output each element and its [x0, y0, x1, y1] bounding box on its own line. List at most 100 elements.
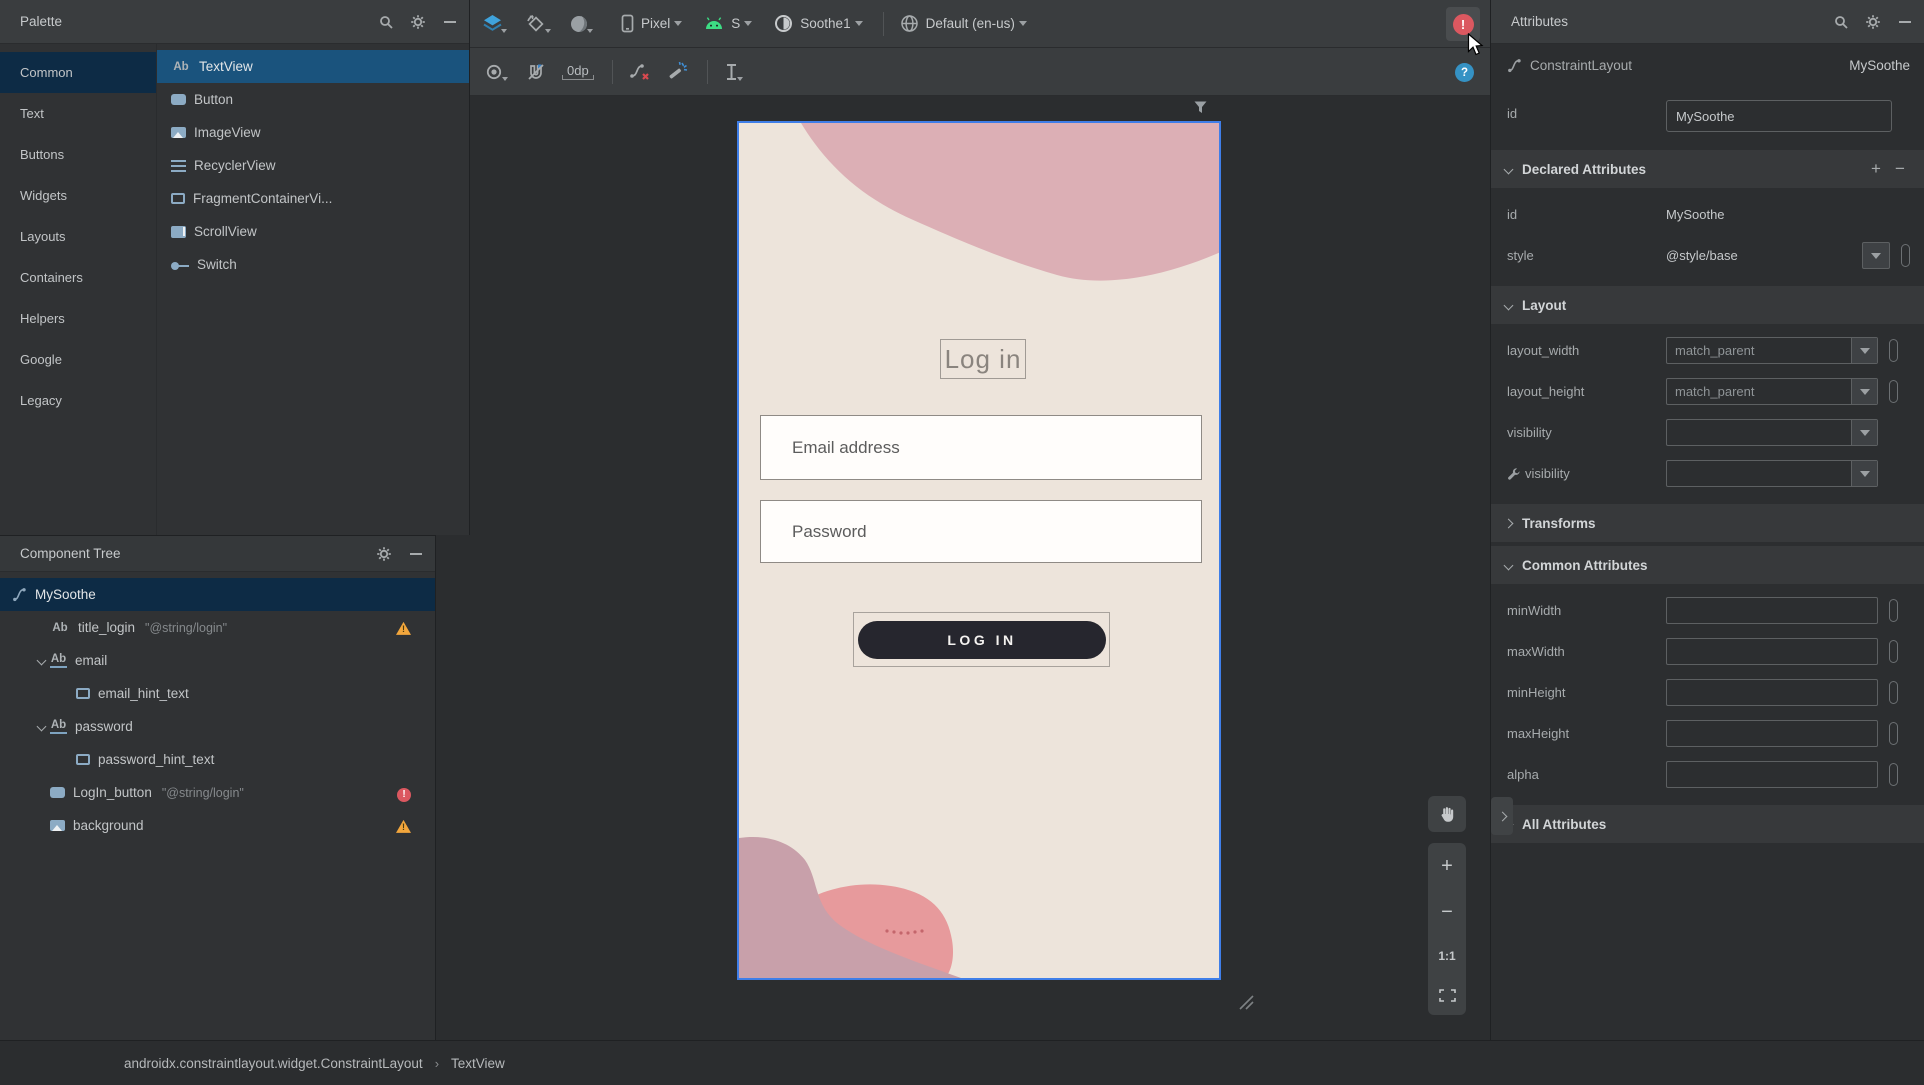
attr-input[interactable] [1666, 679, 1878, 706]
palette-item-imageview[interactable]: ImageView [157, 116, 469, 149]
search-icon[interactable] [1828, 9, 1854, 35]
attr-combobox[interactable]: match_parent [1666, 337, 1878, 364]
sidebar-category-buttons[interactable]: Buttons [0, 134, 156, 175]
attr-input[interactable] [1666, 720, 1878, 747]
selected-component-row[interactable]: ConstraintLayout MySoothe [1491, 44, 1924, 86]
help-button[interactable]: ? [1455, 63, 1474, 82]
tools-attribute-toggle[interactable] [1889, 681, 1898, 704]
sidebar-category-layouts[interactable]: Layouts [0, 216, 156, 257]
category-label: Buttons [20, 147, 65, 162]
pan-tool-button[interactable] [1428, 796, 1466, 832]
canvas-resize-handle[interactable] [1237, 993, 1254, 1010]
attr-combobox[interactable] [1666, 419, 1878, 446]
palette-item-fragmentcontainervi[interactable]: FragmentContainerVi... [157, 182, 469, 215]
sidebar-category-common[interactable]: Common [0, 52, 156, 93]
tree-item-password[interactable]: Ab password [0, 710, 435, 743]
tree-item-login-button[interactable]: LogIn_button "@string/login"! [0, 776, 435, 809]
sidebar-category-google[interactable]: Google [0, 339, 156, 380]
sidebar-category-helpers[interactable]: Helpers [0, 298, 156, 339]
add-attribute-button[interactable]: + [1864, 159, 1888, 179]
sidebar-category-text[interactable]: Text [0, 93, 156, 134]
zoom-fit-button[interactable] [1438, 989, 1456, 1002]
locale-selector[interactable]: Default (en-us) [900, 14, 1027, 33]
dropdown-button[interactable] [1851, 379, 1877, 404]
tree-item-password-hint-text[interactable]: password_hint_text [0, 743, 435, 776]
tools-attribute-toggle[interactable] [1889, 722, 1898, 745]
zoom-controls: + − 1:1 [1428, 843, 1466, 1015]
zoom-1to1-button[interactable]: 1:1 [1438, 949, 1455, 963]
gear-icon[interactable] [371, 541, 397, 567]
tools-attribute-toggle[interactable] [1889, 339, 1898, 362]
chevron-down-icon[interactable] [36, 721, 46, 732]
email-field[interactable]: Email address [760, 415, 1202, 480]
tools-attribute-toggle[interactable] [1889, 380, 1898, 403]
design-canvas[interactable]: Log in Email address Password LOG IN + −… [435, 96, 1490, 1040]
section-header-transforms[interactable]: Transforms [1491, 504, 1924, 542]
device-selector[interactable]: Pixel [621, 14, 683, 33]
hide-panel-icon[interactable] [403, 541, 429, 567]
tree-item-background[interactable]: background! [0, 809, 435, 842]
section-header-all-attributes[interactable]: All Attributes [1491, 805, 1924, 843]
night-mode-selector[interactable] [569, 14, 595, 34]
tree-item-email-hint-text[interactable]: email_hint_text [0, 677, 435, 710]
dropdown-button[interactable] [1851, 461, 1877, 486]
constraint-icon [12, 587, 27, 602]
design-surface-selector[interactable] [482, 14, 509, 33]
palette-item-label: ImageView [194, 125, 261, 140]
sidebar-category-legacy[interactable]: Legacy [0, 380, 156, 421]
attr-combobox[interactable] [1666, 460, 1878, 487]
hide-panel-icon[interactable] [1892, 9, 1918, 35]
autoconnect-toggle[interactable] [526, 62, 546, 82]
attr-combobox[interactable]: match_parent [1666, 378, 1878, 405]
dropdown-button[interactable] [1851, 338, 1877, 363]
dropdown-button[interactable] [1862, 242, 1890, 269]
attr-input[interactable] [1666, 638, 1878, 665]
search-icon[interactable] [373, 9, 399, 35]
section-header-layout[interactable]: Layout [1491, 286, 1924, 324]
sidebar-category-widgets[interactable]: Widgets [0, 175, 156, 216]
palette-item-button[interactable]: Button [157, 83, 469, 116]
login-button[interactable]: LOG IN [858, 621, 1106, 659]
infer-constraints-button[interactable] [667, 61, 689, 82]
section-header-declared-attributes[interactable]: Declared Attributes + − [1491, 150, 1924, 188]
palette-item-recyclerview[interactable]: RecyclerView [157, 149, 469, 182]
tools-attribute-toggle[interactable] [1901, 244, 1910, 267]
tree-item-email[interactable]: Ab email [0, 644, 435, 677]
attr-input[interactable] [1666, 597, 1878, 624]
palette-item-switch[interactable]: Switch [157, 248, 469, 281]
tree-item-mysoothe[interactable]: MySoothe [0, 578, 435, 611]
zoom-out-button[interactable]: − [1441, 902, 1453, 922]
palette-item-scrollview[interactable]: ScrollView [157, 215, 469, 248]
breadcrumb-constraintlayout[interactable]: androidx.constraintlayout.widget.Constra… [124, 1056, 423, 1071]
sidebar-category-containers[interactable]: Containers [0, 257, 156, 298]
chevron-down-icon[interactable] [36, 655, 46, 666]
tree-item-title-login[interactable]: Ab title_login "@string/login"! [0, 611, 435, 644]
attr-input[interactable] [1666, 761, 1878, 788]
tools-attribute-toggle[interactable] [1889, 763, 1898, 786]
api-selector[interactable]: S [704, 16, 753, 31]
dropdown-button[interactable] [1851, 420, 1877, 445]
pack-margin-button[interactable] [724, 63, 745, 81]
clear-constraints-button[interactable] [629, 62, 651, 82]
theme-selector[interactable]: Soothe1 [774, 14, 863, 33]
remove-attribute-button[interactable]: − [1888, 159, 1912, 179]
filter-icon[interactable] [1193, 100, 1208, 115]
tools-attribute-toggle[interactable] [1889, 599, 1898, 622]
section-header-common-attributes[interactable]: Common Attributes [1491, 546, 1924, 584]
gear-icon[interactable] [405, 9, 431, 35]
gear-icon[interactable] [1860, 9, 1886, 35]
device-screen-preview[interactable]: Log in Email address Password LOG IN [737, 121, 1221, 980]
tools-attribute-toggle[interactable] [1889, 640, 1898, 663]
default-margin-button[interactable]: 0dp [562, 63, 594, 80]
zoom-in-button[interactable]: + [1441, 856, 1453, 876]
login-title-textview[interactable]: Log in [940, 339, 1026, 379]
id-input[interactable]: MySoothe [1666, 100, 1892, 132]
component-tree-panel: Component Tree MySoothe Ab title_login "@st… [0, 535, 436, 1040]
password-field[interactable]: Password [760, 500, 1202, 563]
palette-item-textview[interactable]: Ab TextView [157, 50, 469, 83]
orientation-selector[interactable] [525, 13, 553, 35]
view-options-button[interactable] [484, 64, 510, 81]
splitter-collapse-button[interactable] [1491, 797, 1513, 835]
hide-panel-icon[interactable] [437, 9, 463, 35]
breadcrumb-textview[interactable]: TextView [451, 1056, 505, 1071]
